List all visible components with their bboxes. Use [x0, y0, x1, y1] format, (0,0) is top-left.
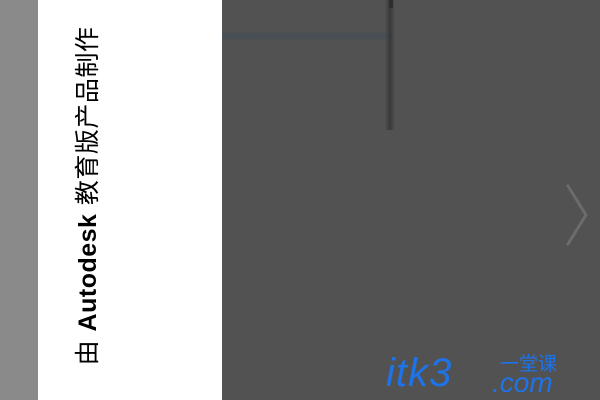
- plot-stamp-suffix: 教育版产品制作: [73, 26, 102, 206]
- left-margin: [0, 0, 38, 400]
- plot-stamp-prefix: 由: [73, 339, 102, 366]
- plot-stamp: 由 Autodesk 教育版产品制作: [73, 26, 102, 366]
- chevron-right-icon[interactable]: [562, 180, 592, 250]
- plot-stamp-brand: Autodesk: [74, 213, 102, 332]
- plot-stamp-area: 由 Autodesk 教育版产品制作: [38, 0, 138, 400]
- site-watermark: itk3 一堂课 .com: [386, 351, 557, 398]
- watermark-main: itk3: [386, 351, 452, 395]
- drawing-post-cap: [389, 0, 393, 8]
- drawing-line: [222, 30, 392, 42]
- drawing-post: [385, 0, 395, 130]
- watermark-tld: .com: [492, 367, 553, 398]
